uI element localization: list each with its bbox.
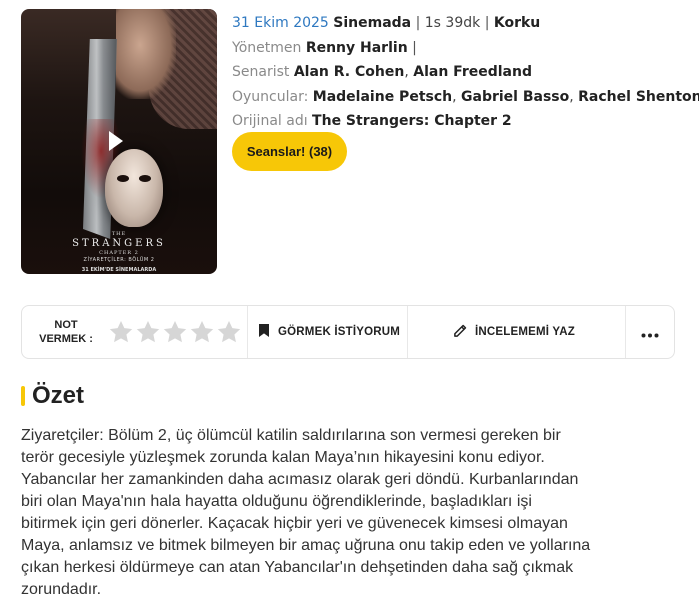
star-icon[interactable]	[108, 319, 134, 345]
rate-label-line2: VERMEK :	[39, 333, 93, 345]
rating-widget: NOT VERMEK :	[22, 306, 248, 358]
summary-text: Ziyaretçiler: Bölüm 2, üç ölümcül katili…	[21, 425, 679, 601]
pencil-icon	[453, 323, 468, 342]
summary-line: bitirmek için geri dönerler. Kaçacak hiç…	[21, 515, 568, 532]
comma: ,	[569, 88, 574, 105]
poster-mask-art	[105, 149, 163, 227]
director-label: Yönetmen	[232, 39, 302, 56]
cast-link[interactable]: Madelaine Petsch	[313, 89, 452, 105]
summary-line: terör gecesiyle yüzleşmek zorunda kalan …	[21, 449, 545, 466]
release-line: 31 Ekim 2025 Sinemada | 1s 39dk | Korku	[232, 11, 692, 36]
original-title-label: Orijinal adı	[232, 113, 308, 129]
separator: |	[484, 15, 490, 31]
director-line: Yönetmen Renny Harlin |	[232, 36, 692, 61]
duration: 1s 39dk	[424, 15, 481, 31]
writer-label: Senarist	[232, 64, 290, 80]
poster-hand-art	[116, 9, 176, 99]
summary-line: biri olan Maya'nın hala hayatta olduğunu…	[21, 493, 532, 510]
poster-title-the: THE	[111, 231, 127, 237]
poster-title-chapter: CHAPTER 2	[99, 250, 139, 256]
cast-link[interactable]: Gabriel Basso	[461, 89, 569, 105]
original-title: The Strangers: Chapter 2	[312, 113, 512, 129]
star-icon[interactable]	[162, 319, 188, 345]
rate-label-line1: NOT	[54, 319, 78, 331]
cast-line: Oyuncular: Madelaine Petsch, Gabriel Bas…	[232, 85, 699, 110]
separator: |	[415, 15, 421, 31]
star-icon[interactable]	[189, 319, 215, 345]
cast-link[interactable]: Rachel Shenton	[578, 89, 699, 105]
summary-line: Maya, anlamsız ve bitmek bilmeyen bir am…	[21, 537, 591, 554]
summary-line: Ziyaretçiler: Bölüm 2, üç ölümcül katili…	[21, 427, 561, 444]
director-link[interactable]: Renny Harlin	[306, 40, 408, 56]
watchlist-button[interactable]: GÖRMEK İSTİYORUM	[248, 306, 408, 358]
more-options-button[interactable]	[626, 306, 674, 358]
genre-link[interactable]: Korku	[494, 15, 540, 31]
comma: ,	[452, 88, 457, 105]
cast-label: Oyuncular:	[232, 88, 309, 105]
original-title-line: Orijinal adı The Strangers: Chapter 2	[232, 109, 692, 134]
star-icon[interactable]	[216, 319, 242, 345]
writer-link[interactable]: Alan Freedland	[413, 64, 532, 80]
writer-line: Senarist Alan R. Cohen, Alan Freedland	[232, 60, 692, 85]
bookmark-icon	[258, 323, 270, 342]
summary-line: çıkan herkesi öldürmeye can atan Yabancı…	[21, 559, 574, 576]
poster-subtitle: ZİYARETÇİLER: BÖLÜM 2	[83, 257, 155, 263]
showtimes-button[interactable]: Seanslar! (38)	[232, 132, 347, 171]
release-where: Sinemada	[333, 15, 412, 31]
review-label: İNCELEMEMİ YAZ	[475, 326, 575, 338]
movie-info: 31 Ekim 2025 Sinemada | 1s 39dk | Korku …	[232, 11, 699, 134]
summary-line: Yabancılar her zamankinden daha acımasız…	[21, 471, 579, 488]
comma: ,	[404, 64, 409, 80]
play-icon[interactable]	[109, 131, 123, 151]
heading-accent-bar	[21, 386, 25, 406]
release-date-link[interactable]: 31 Ekim 2025	[232, 15, 329, 31]
summary-line: zorundadır.	[21, 581, 102, 598]
poster-release-note: 31 EKİM'DE SİNEMALARDA	[81, 267, 157, 273]
action-bar: NOT VERMEK : GÖRMEK İSTİYORUM İNCELEMEMİ…	[21, 305, 675, 359]
star-icon[interactable]	[135, 319, 161, 345]
star-rating	[108, 319, 242, 345]
more-dots-icon	[641, 323, 659, 342]
watchlist-label: GÖRMEK İSTİYORUM	[278, 326, 401, 338]
rate-label: NOT VERMEK :	[22, 318, 106, 346]
movie-poster[interactable]: THE STRANGERS CHAPTER 2 ZİYARETÇİLER: BÖ…	[21, 9, 217, 274]
poster-title-main: STRANGERS	[72, 238, 166, 249]
summary-heading: Özet	[21, 380, 84, 412]
separator: |	[412, 39, 417, 56]
write-review-button[interactable]: İNCELEMEMİ YAZ	[408, 306, 626, 358]
summary-title: Özet	[32, 382, 85, 409]
writer-link[interactable]: Alan R. Cohen	[294, 64, 404, 80]
